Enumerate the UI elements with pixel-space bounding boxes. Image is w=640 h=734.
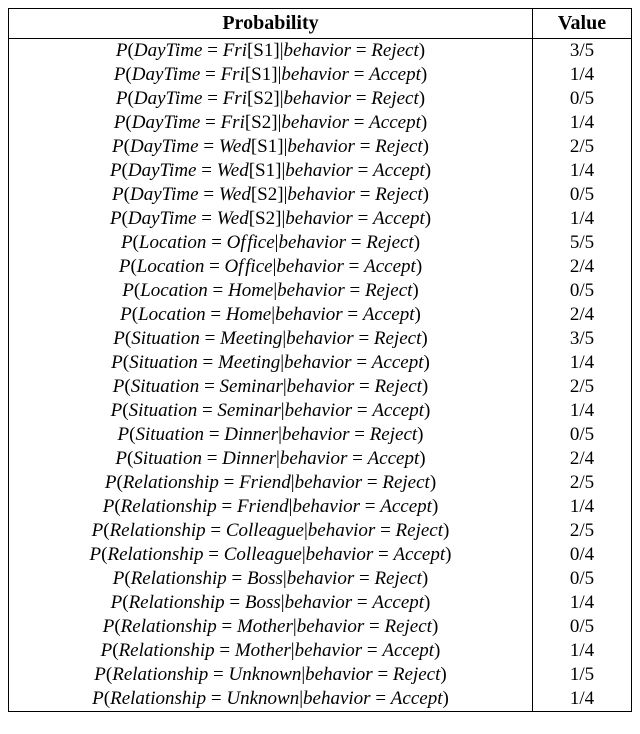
table-row: P(Situation = Dinner|behavior = Accept)2…: [9, 447, 632, 471]
value-cell: 2/5: [533, 471, 632, 495]
value-cell: 3/5: [533, 327, 632, 351]
table-row: P(Relationship = Friend|behavior = Rejec…: [9, 471, 632, 495]
probability-cell: P(Situation = Seminar|behavior = Accept): [9, 399, 533, 423]
probability-cell: P(Relationship = Boss|behavior = Accept): [9, 591, 533, 615]
probability-cell: P(DayTime = Wed[S2]|behavior = Accept): [9, 207, 533, 231]
probability-cell: P(DayTime = Fri[S2]|behavior = Accept): [9, 111, 533, 135]
value-cell: 1/5: [533, 663, 632, 687]
table-row: P(Relationship = Friend|behavior = Accep…: [9, 495, 632, 519]
probability-cell: P(DayTime = Wed[S1]|behavior = Reject): [9, 135, 533, 159]
table-row: P(Situation = Seminar|behavior = Accept)…: [9, 399, 632, 423]
probability-cell: P(Relationship = Mother|behavior = Rejec…: [9, 615, 533, 639]
table-row: P(Relationship = Unknown|behavior = Reje…: [9, 663, 632, 687]
value-cell: 1/4: [533, 639, 632, 663]
probability-cell: P(Relationship = Colleague|behavior = Ac…: [9, 543, 533, 567]
value-cell: 1/4: [533, 351, 632, 375]
table-row: P(Relationship = Boss|behavior = Accept)…: [9, 591, 632, 615]
table-row: P(Situation = Meeting|behavior = Reject)…: [9, 327, 632, 351]
table-row: P(Relationship = Colleague|behavior = Ac…: [9, 543, 632, 567]
value-cell: 0/5: [533, 615, 632, 639]
probability-cell: P(DayTime = Fri[S1]|behavior = Accept): [9, 63, 533, 87]
table-row: P(Location = Home|behavior = Accept)2/4: [9, 303, 632, 327]
value-cell: 1/4: [533, 111, 632, 135]
table-row: P(Situation = Meeting|behavior = Accept)…: [9, 351, 632, 375]
value-cell: 0/4: [533, 543, 632, 567]
value-cell: 2/4: [533, 303, 632, 327]
value-cell: 0/5: [533, 87, 632, 111]
value-cell: 2/5: [533, 519, 632, 543]
table-row: P(Location = Of fice|behavior = Reject)5…: [9, 231, 632, 255]
value-cell: 1/4: [533, 399, 632, 423]
value-cell: 2/4: [533, 255, 632, 279]
table-row: P(DayTime = Fri[S1]|behavior = Accept)1/…: [9, 63, 632, 87]
probability-cell: P(DayTime = Fri[S2]|behavior = Reject): [9, 87, 533, 111]
value-cell: 1/4: [533, 159, 632, 183]
table-row: P(Relationship = Mother|behavior = Rejec…: [9, 615, 632, 639]
probability-cell: P(Relationship = Unknown|behavior = Acce…: [9, 687, 533, 712]
table-row: P(Relationship = Colleague|behavior = Re…: [9, 519, 632, 543]
probability-table: Probability Value P(DayTime = Fri[S1]|be…: [8, 8, 632, 712]
probability-cell: P(Location = Of fice|behavior = Reject): [9, 231, 533, 255]
probability-cell: P(Situation = Dinner|behavior = Accept): [9, 447, 533, 471]
probability-cell: P(Relationship = Friend|behavior = Rejec…: [9, 471, 533, 495]
probability-cell: P(Relationship = Unknown|behavior = Reje…: [9, 663, 533, 687]
probability-cell: P(Relationship = Friend|behavior = Accep…: [9, 495, 533, 519]
table-row: P(Location = Of fice|behavior = Accept)2…: [9, 255, 632, 279]
table-row: P(Relationship = Boss|behavior = Reject)…: [9, 567, 632, 591]
col-probability-header: Probability: [9, 9, 533, 39]
table-row: P(DayTime = Fri[S1]|behavior = Reject)3/…: [9, 39, 632, 64]
value-cell: 3/5: [533, 39, 632, 64]
table-row: P(Relationship = Unknown|behavior = Acce…: [9, 687, 632, 712]
probability-cell: P(Situation = Dinner|behavior = Reject): [9, 423, 533, 447]
value-cell: 2/4: [533, 447, 632, 471]
table-row: P(DayTime = Wed[S2]|behavior = Reject)0/…: [9, 183, 632, 207]
probability-cell: P(Relationship = Boss|behavior = Reject): [9, 567, 533, 591]
probability-cell: P(Relationship = Mother|behavior = Accep…: [9, 639, 533, 663]
value-cell: 0/5: [533, 423, 632, 447]
table-row: P(DayTime = Wed[S1]|behavior = Reject)2/…: [9, 135, 632, 159]
probability-cell: P(Situation = Meeting|behavior = Accept): [9, 351, 533, 375]
value-cell: 1/4: [533, 207, 632, 231]
probability-cell: P(Location = Of fice|behavior = Accept): [9, 255, 533, 279]
table-row: P(DayTime = Wed[S1]|behavior = Accept)1/…: [9, 159, 632, 183]
probability-cell: P(Location = Home|behavior = Reject): [9, 279, 533, 303]
value-cell: 1/4: [533, 687, 632, 712]
probability-cell: P(Relationship = Colleague|behavior = Re…: [9, 519, 533, 543]
table-row: P(DayTime = Fri[S2]|behavior = Reject)0/…: [9, 87, 632, 111]
value-cell: 0/5: [533, 279, 632, 303]
value-cell: 0/5: [533, 183, 632, 207]
probability-cell: P(Location = Home|behavior = Accept): [9, 303, 533, 327]
table-row: P(Situation = Seminar|behavior = Reject)…: [9, 375, 632, 399]
probability-cell: P(Situation = Meeting|behavior = Reject): [9, 327, 533, 351]
probability-cell: P(DayTime = Wed[S2]|behavior = Reject): [9, 183, 533, 207]
value-cell: 5/5: [533, 231, 632, 255]
value-cell: 0/5: [533, 567, 632, 591]
table-row: P(Relationship = Mother|behavior = Accep…: [9, 639, 632, 663]
probability-cell: P(DayTime = Wed[S1]|behavior = Accept): [9, 159, 533, 183]
value-cell: 1/4: [533, 63, 632, 87]
table-row: P(DayTime = Wed[S2]|behavior = Accept)1/…: [9, 207, 632, 231]
table-row: P(Location = Home|behavior = Reject)0/5: [9, 279, 632, 303]
value-cell: 2/5: [533, 135, 632, 159]
value-cell: 1/4: [533, 591, 632, 615]
table-row: P(DayTime = Fri[S2]|behavior = Accept)1/…: [9, 111, 632, 135]
col-value-header: Value: [533, 9, 632, 39]
value-cell: 1/4: [533, 495, 632, 519]
value-cell: 2/5: [533, 375, 632, 399]
probability-cell: P(Situation = Seminar|behavior = Reject): [9, 375, 533, 399]
probability-cell: P(DayTime = Fri[S1]|behavior = Reject): [9, 39, 533, 64]
table-row: P(Situation = Dinner|behavior = Reject)0…: [9, 423, 632, 447]
